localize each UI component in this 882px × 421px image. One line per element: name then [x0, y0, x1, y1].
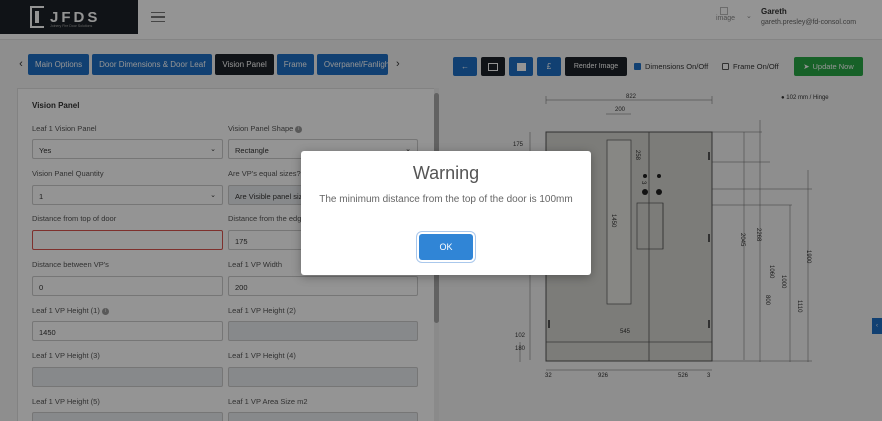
- dialog-message: The minimum distance from the top of the…: [319, 194, 573, 205]
- warning-dialog: Warning The minimum distance from the to…: [301, 151, 591, 275]
- ok-button[interactable]: OK: [419, 234, 473, 260]
- dialog-title: Warning: [412, 163, 480, 183]
